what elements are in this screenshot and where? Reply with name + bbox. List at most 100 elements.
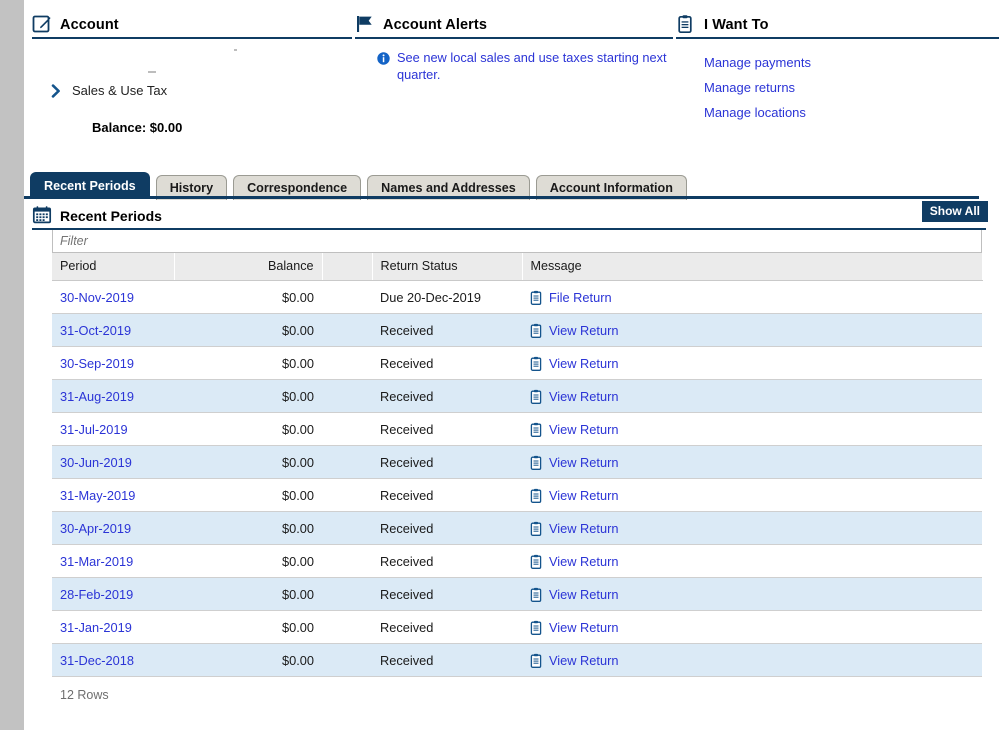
cell-return-status: Received (372, 347, 522, 380)
clipboard-icon (530, 488, 542, 503)
cell-period: 31-Jan-2019 (52, 611, 174, 644)
cell-return-status: Received (372, 380, 522, 413)
period-link[interactable]: 31-May-2019 (60, 488, 135, 503)
cell-return-status: Received (372, 512, 522, 545)
cell-message: View Return (522, 545, 982, 578)
show-all-button[interactable]: Show All (922, 201, 988, 222)
message-link[interactable]: View Return (549, 389, 618, 404)
cell-balance: $0.00 (174, 578, 322, 611)
message-link[interactable]: File Return (549, 290, 612, 305)
cell-return-status: Received (372, 644, 522, 677)
clipboard-icon (530, 455, 542, 470)
filter-input[interactable] (53, 230, 981, 251)
panel-alerts-title: Account Alerts (383, 17, 487, 34)
filter-bar (52, 230, 982, 253)
cell-balance: $0.00 (174, 413, 322, 446)
cell-spacer (322, 578, 372, 611)
message-link[interactable]: View Return (549, 323, 618, 338)
link-manage-locations[interactable]: Manage locations (676, 95, 999, 120)
edit-note-icon (32, 14, 52, 34)
recent-periods-table: Period Balance Return Status Message 30-… (52, 253, 983, 677)
message-link[interactable]: View Return (549, 455, 618, 470)
cell-spacer (322, 611, 372, 644)
period-link[interactable]: 30-Nov-2019 (60, 290, 134, 305)
row-count-label: 12 Rows (60, 677, 999, 702)
message-link[interactable]: View Return (549, 653, 618, 668)
cell-message: View Return (522, 314, 982, 347)
app-page: Account Sales & Use Tax Balance: $0.00 (0, 0, 999, 730)
clipboard-icon (676, 14, 696, 34)
cell-balance: $0.00 (174, 446, 322, 479)
period-link[interactable]: 30-Jun-2019 (60, 455, 132, 470)
cell-spacer (322, 314, 372, 347)
clipboard-icon (530, 653, 542, 668)
account-type-label: Sales & Use Tax (72, 83, 167, 98)
period-link[interactable]: 31-Jul-2019 (60, 422, 128, 437)
table-header-row: Period Balance Return Status Message (52, 253, 982, 281)
cell-spacer (322, 644, 372, 677)
cell-balance: $0.00 (174, 380, 322, 413)
tab-recent-periods[interactable]: Recent Periods (30, 172, 150, 199)
period-link[interactable]: 31-Dec-2018 (60, 653, 134, 668)
message-link[interactable]: View Return (549, 488, 618, 503)
table-header: Period Balance Return Status Message (52, 253, 982, 281)
message-link[interactable]: View Return (549, 422, 618, 437)
info-icon (377, 52, 390, 65)
column-header-balance[interactable]: Balance (174, 253, 322, 281)
period-link[interactable]: 31-Oct-2019 (60, 323, 131, 338)
account-balance: Balance: $0.00 (32, 98, 352, 135)
column-header-period[interactable]: Period (52, 253, 174, 281)
table-row: 30-Nov-2019 $0.00 Due 20-Dec-2019 (52, 281, 982, 314)
cell-message: View Return (522, 644, 982, 677)
message-link[interactable]: View Return (549, 620, 618, 635)
cell-return-status: Due 20-Dec-2019 (372, 281, 522, 314)
cell-balance: $0.00 (174, 281, 322, 314)
panel-account-alerts: Account Alerts See new local sales and u… (355, 14, 673, 83)
period-link[interactable]: 30-Sep-2019 (60, 356, 134, 371)
message-link[interactable]: View Return (549, 587, 618, 602)
clipboard-icon (530, 290, 542, 305)
message-link[interactable]: View Return (549, 554, 618, 569)
account-type-row[interactable]: Sales & Use Tax (32, 77, 352, 98)
cell-balance: $0.00 (174, 644, 322, 677)
message-link[interactable]: View Return (549, 356, 618, 371)
cell-message: View Return (522, 578, 982, 611)
panel-account-body: Sales & Use Tax Balance: $0.00 (32, 39, 352, 135)
column-header-message[interactable]: Message (522, 253, 982, 281)
cell-message: File Return (522, 281, 982, 314)
cell-balance: $0.00 (174, 545, 322, 578)
clipboard-icon (530, 323, 542, 338)
recent-periods-table-wrapper: Period Balance Return Status Message 30-… (52, 230, 982, 677)
period-link[interactable]: 31-Mar-2019 (60, 554, 133, 569)
period-link[interactable]: 30-Apr-2019 (60, 521, 131, 536)
cell-period: 30-Apr-2019 (52, 512, 174, 545)
cell-spacer (322, 281, 372, 314)
recent-periods-title: Recent Periods (60, 207, 162, 225)
column-header-spacer (322, 253, 372, 281)
cell-spacer (322, 347, 372, 380)
cell-spacer (322, 545, 372, 578)
left-gutter (0, 0, 24, 730)
table-body: 30-Nov-2019 $0.00 Due 20-Dec-2019 (52, 281, 982, 677)
period-link[interactable]: 31-Jan-2019 (60, 620, 132, 635)
cell-return-status: Received (372, 314, 522, 347)
cell-spacer (322, 413, 372, 446)
clipboard-icon (530, 620, 542, 635)
message-link[interactable]: View Return (549, 521, 618, 536)
period-link[interactable]: 28-Feb-2019 (60, 587, 133, 602)
link-manage-returns[interactable]: Manage returns (676, 70, 999, 95)
alert-item[interactable]: See new local sales and use taxes starti… (355, 45, 673, 83)
clipboard-icon (530, 389, 542, 404)
panel-account-title: Account (60, 17, 119, 34)
cell-period: 31-Aug-2019 (52, 380, 174, 413)
link-manage-payments[interactable]: Manage payments (676, 45, 999, 70)
alert-text[interactable]: See new local sales and use taxes starti… (397, 50, 667, 83)
table-row: 31-Aug-2019 $0.00 Received View Return (52, 380, 982, 413)
calendar-icon (32, 205, 52, 225)
panel-i-want-to: I Want To Manage payments Manage returns… (676, 14, 999, 120)
column-header-return-status[interactable]: Return Status (372, 253, 522, 281)
clipboard-icon (530, 587, 542, 602)
period-link[interactable]: 31-Aug-2019 (60, 389, 134, 404)
recent-periods-panel: Recent Periods Show All Period Balance R… (24, 205, 999, 702)
table-row: 31-May-2019 $0.00 Received View Return (52, 479, 982, 512)
